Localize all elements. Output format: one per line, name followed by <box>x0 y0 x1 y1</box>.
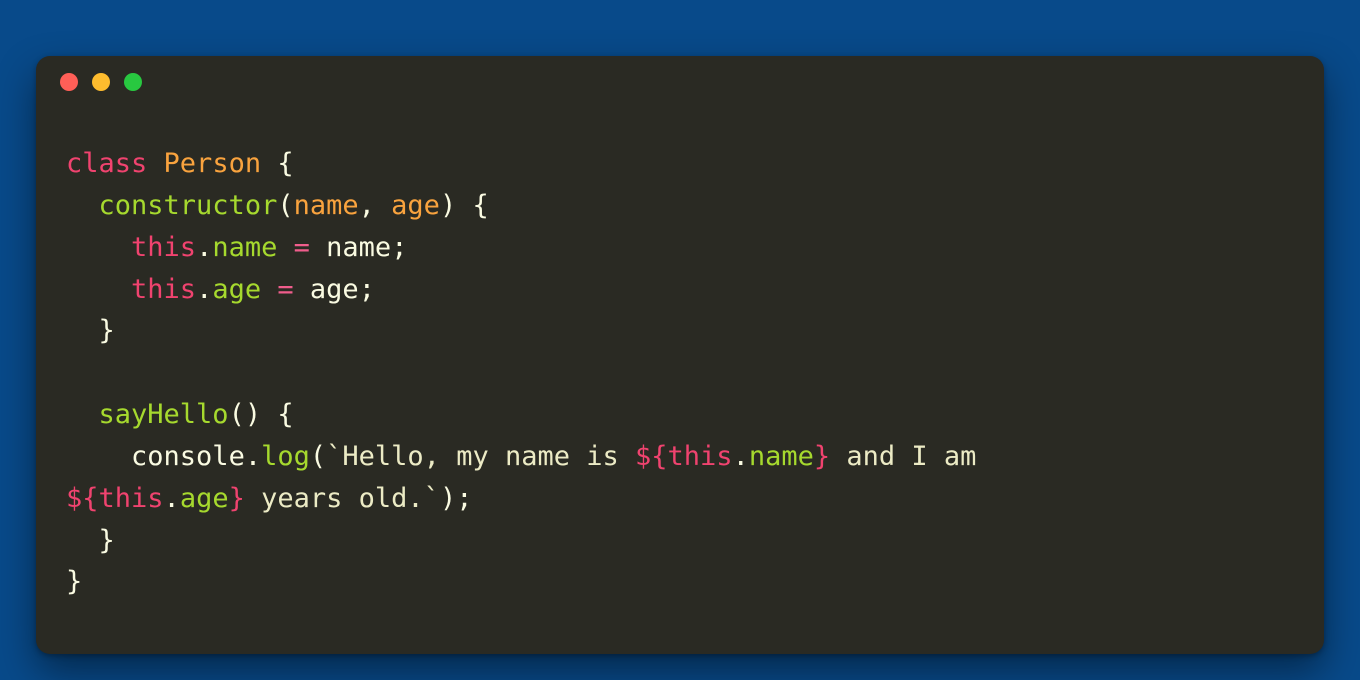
paren: ( <box>277 190 293 221</box>
dot: . <box>196 274 212 305</box>
prop-age: age <box>180 483 229 514</box>
code-block: class Person { constructor(name, age) { … <box>36 135 1324 603</box>
prop-age: age <box>212 274 261 305</box>
semi: ; <box>359 274 375 305</box>
interp-open: ${ <box>635 441 668 472</box>
param-age: age <box>391 190 440 221</box>
prop-name: name <box>212 232 277 263</box>
comma: , <box>359 190 375 221</box>
interp-close: } <box>814 441 830 472</box>
indent <box>66 525 99 556</box>
dot: . <box>245 441 261 472</box>
window-titlebar <box>36 56 1324 108</box>
id-console: console <box>131 441 245 472</box>
fn-sayhello: sayHello <box>99 399 229 430</box>
string-part: and I am <box>830 441 993 472</box>
prop-name: name <box>749 441 814 472</box>
keyword-class: class <box>66 148 147 179</box>
indent <box>66 232 131 263</box>
tpl-open: ` <box>326 441 342 472</box>
interp-open: ${ <box>66 483 99 514</box>
op-assign: = <box>277 274 293 305</box>
param-name: name <box>294 190 359 221</box>
brace: { <box>277 399 293 430</box>
dot: . <box>164 483 180 514</box>
dot: . <box>196 232 212 263</box>
op-assign: = <box>294 232 310 263</box>
id-age: age <box>310 274 359 305</box>
interp-close: } <box>229 483 245 514</box>
indent <box>66 190 99 221</box>
indent <box>66 315 99 346</box>
paren: ) <box>440 190 456 221</box>
traffic-light-green-icon[interactable] <box>124 73 142 91</box>
brace: } <box>99 315 115 346</box>
indent <box>66 441 131 472</box>
traffic-light-yellow-icon[interactable] <box>92 73 110 91</box>
id-name: name <box>326 232 391 263</box>
brace: } <box>66 566 82 597</box>
keyword-this: this <box>668 441 733 472</box>
brace: } <box>99 525 115 556</box>
class-name: Person <box>164 148 262 179</box>
keyword-this: this <box>99 483 164 514</box>
string-part: years old. <box>245 483 424 514</box>
brace: { <box>472 190 488 221</box>
traffic-light-red-icon[interactable] <box>60 73 78 91</box>
fn-log: log <box>261 441 310 472</box>
indent <box>66 399 99 430</box>
string-part: Hello, my name is <box>342 441 635 472</box>
parens: () <box>229 399 262 430</box>
fn-constructor: constructor <box>99 190 278 221</box>
stage: class Person { constructor(name, age) { … <box>0 0 1360 680</box>
paren: ) <box>440 483 456 514</box>
semi: ; <box>456 483 472 514</box>
semi: ; <box>391 232 407 263</box>
keyword-this: this <box>131 274 196 305</box>
dot: . <box>733 441 749 472</box>
brace: { <box>277 148 293 179</box>
indent <box>66 274 131 305</box>
tpl-close: ` <box>424 483 440 514</box>
code-window: class Person { constructor(name, age) { … <box>36 56 1324 654</box>
keyword-this: this <box>131 232 196 263</box>
paren: ( <box>310 441 326 472</box>
